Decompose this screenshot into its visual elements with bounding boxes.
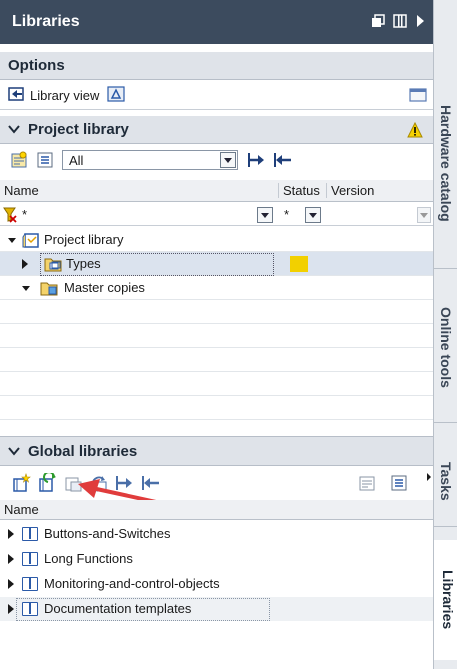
- project-library-icon: [22, 232, 40, 251]
- list-item[interactable]: Documentation templates: [0, 597, 433, 621]
- open-editor-icon[interactable]: [356, 472, 378, 494]
- global-libraries-toolbar: [0, 468, 433, 498]
- open-editor-icon[interactable]: [8, 149, 30, 171]
- status-filter-value[interactable]: *: [284, 207, 289, 222]
- master-copies-folder-icon: [40, 280, 58, 299]
- tree-row-project-library[interactable]: Project library: [0, 228, 433, 252]
- library-name: Documentation templates: [44, 601, 192, 616]
- expand-arrow-icon[interactable]: [8, 238, 16, 243]
- tab-tasks[interactable]: Tasks: [434, 436, 457, 527]
- version-filter-dropdown-icon[interactable]: [417, 207, 431, 223]
- book-icon: [22, 577, 38, 591]
- collapse-arrow-icon[interactable]: [8, 529, 14, 539]
- book-icon: [22, 527, 38, 541]
- export-arrow-icon[interactable]: [246, 149, 268, 171]
- list-item[interactable]: Buttons-and-Switches: [0, 522, 433, 546]
- status-filter-dropdown-icon[interactable]: [305, 207, 321, 223]
- clear-filter-icon[interactable]: [3, 207, 17, 226]
- expand-arrow-icon[interactable]: [22, 286, 30, 291]
- empty-row: [0, 324, 433, 348]
- chevron-down-icon[interactable]: [8, 443, 20, 460]
- library-name: Buttons-and-Switches: [44, 526, 171, 541]
- collapse-arrow-icon[interactable]: [8, 604, 14, 614]
- chevron-down-icon[interactable]: [8, 121, 20, 138]
- options-header: Options: [0, 52, 433, 80]
- tree-label-project-library: Project library: [44, 232, 124, 247]
- tree-label-types: Types: [66, 256, 101, 271]
- float-window-icon[interactable]: [371, 14, 385, 33]
- tab-online-tools[interactable]: Online tools: [434, 272, 457, 423]
- library-name: Long Functions: [44, 551, 133, 566]
- column-version[interactable]: Version: [326, 183, 374, 198]
- collapse-arrow-icon[interactable]: [8, 554, 14, 564]
- column-status[interactable]: Status: [278, 183, 320, 198]
- global-libraries-title: Global libraries: [28, 442, 138, 460]
- global-libraries-header[interactable]: Global libraries: [0, 436, 433, 466]
- project-library-title: Project library: [28, 121, 129, 138]
- collapse-panel-icon[interactable]: [415, 14, 425, 33]
- empty-row: [0, 420, 433, 434]
- tree-label-master-copies: Master copies: [64, 280, 145, 295]
- tab-label: Hardware catalog: [438, 104, 454, 222]
- library-view-label[interactable]: Library view: [30, 88, 99, 103]
- status-indicator: [290, 256, 308, 272]
- tree-row-master-copies[interactable]: Master copies: [0, 276, 433, 300]
- library-view-icon[interactable]: [8, 86, 24, 105]
- library-view-toggle-icon[interactable]: [107, 86, 125, 105]
- book-icon: [22, 552, 38, 566]
- name-filter-dropdown-icon[interactable]: [257, 207, 273, 223]
- task-card-tabs: Hardware catalog Online tools Tasks Libr…: [433, 0, 457, 669]
- collapse-arrow-icon[interactable]: [22, 259, 28, 269]
- library-name: Monitoring-and-control-objects: [44, 576, 220, 591]
- list-item[interactable]: Long Functions: [0, 547, 433, 571]
- filter-row: * *: [0, 204, 433, 226]
- maximize-icon[interactable]: [409, 87, 427, 106]
- column-name[interactable]: Name: [4, 183, 39, 198]
- tab-label: Tasks: [438, 461, 454, 501]
- project-library-toolbar: All: [0, 146, 433, 174]
- empty-row: [0, 372, 433, 396]
- tab-label: Libraries: [440, 570, 456, 630]
- panel-titlebar: Libraries: [0, 0, 433, 44]
- collapse-arrow-icon[interactable]: [8, 579, 14, 589]
- empty-row: [0, 348, 433, 372]
- filter-select-value: All: [69, 152, 84, 168]
- tab-libraries[interactable]: Libraries: [434, 540, 457, 660]
- tab-hardware-catalog[interactable]: Hardware catalog: [434, 58, 457, 269]
- empty-row: [0, 300, 433, 324]
- book-icon: [22, 602, 38, 616]
- tree-row-types[interactable]: Types: [0, 252, 433, 276]
- warning-icon: [407, 121, 423, 142]
- details-view-icon[interactable]: [388, 472, 410, 494]
- options-title: Options: [8, 57, 65, 74]
- list-item[interactable]: Monitoring-and-control-objects: [0, 572, 433, 596]
- options-row: Library view: [0, 82, 433, 110]
- details-view-icon[interactable]: [34, 149, 56, 171]
- empty-row: [0, 396, 433, 420]
- types-folder-icon: [44, 256, 62, 275]
- new-library-icon[interactable]: [10, 472, 32, 494]
- name-filter-value[interactable]: *: [22, 207, 27, 222]
- columns-icon[interactable]: [393, 14, 407, 33]
- import-arrow-icon[interactable]: [272, 149, 294, 171]
- toolbar-overflow-icon[interactable]: [426, 470, 432, 485]
- project-library-header[interactable]: Project library: [0, 116, 433, 144]
- tab-label: Online tools: [438, 306, 454, 388]
- panel-title: Libraries: [12, 13, 80, 30]
- open-library-icon[interactable]: [36, 472, 58, 494]
- filter-dropdown-icon[interactable]: [220, 152, 236, 168]
- project-library-column-headers: Name Status Version: [0, 180, 433, 202]
- column-name[interactable]: Name: [4, 502, 39, 517]
- global-libraries-column-headers: Name: [0, 500, 433, 520]
- filter-select[interactable]: All: [62, 150, 238, 170]
